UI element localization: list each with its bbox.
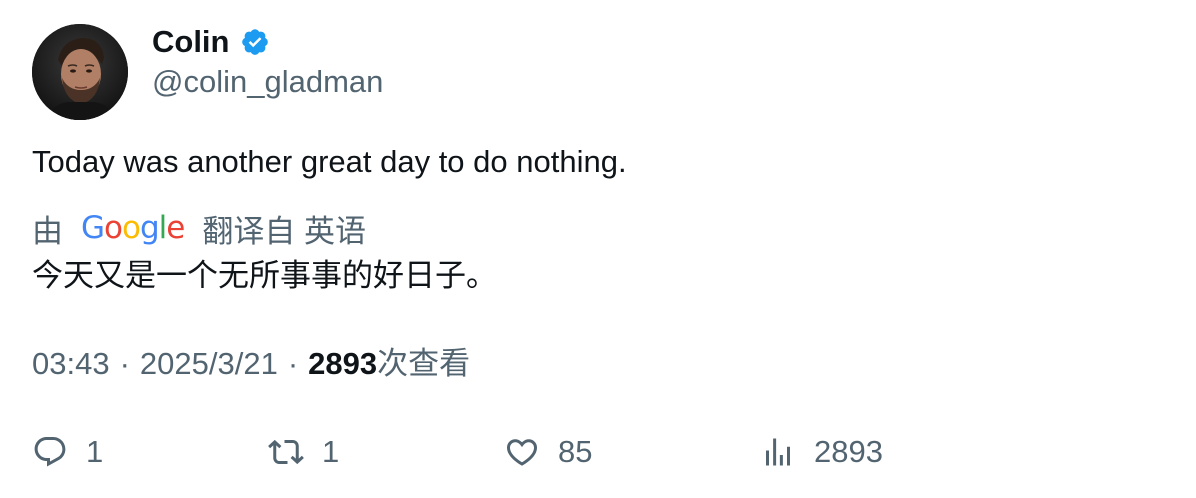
reply-icon (34, 437, 66, 467)
tweet-text: Today was another great day to do nothin… (32, 144, 627, 179)
like-count: 85 (558, 434, 593, 469)
avatar-image (32, 24, 128, 120)
retweet-icon (268, 439, 304, 465)
author-display-name[interactable]: Colin (152, 24, 230, 60)
views-button[interactable]: 2893 (760, 430, 883, 474)
retweet-count: 1 (322, 434, 340, 469)
translation-attribution: 由 Google 翻译自 英语 (32, 206, 366, 250)
verified-badge-icon[interactable] (240, 27, 270, 57)
tweet-meta: 03:43 · 2025/3/21 · 2893 次查看 (32, 344, 470, 384)
avatar[interactable] (32, 24, 128, 120)
like-icon (506, 439, 538, 466)
translation-suffix: 翻译自 英语 (202, 213, 366, 249)
meta-separator: · (287, 346, 299, 381)
tweet-date[interactable]: 2025/3/21 (140, 344, 278, 384)
views-label: 次查看 (377, 346, 471, 381)
like-button[interactable]: 85 (504, 430, 592, 474)
meta-separator: · (119, 346, 130, 381)
author-handle[interactable]: @colin_gladman (152, 62, 383, 102)
tweet-time[interactable]: 03:43 (32, 344, 110, 384)
author-name-row: Colin (152, 22, 270, 62)
reply-button[interactable]: 1 (32, 430, 103, 474)
reply-count: 1 (86, 434, 104, 469)
tweet-actions: 1 1 85 2893 (32, 430, 1164, 474)
views-action-count: 2893 (814, 434, 883, 469)
views-icon (766, 438, 790, 466)
retweet-button[interactable]: 1 (268, 430, 339, 474)
translation-prefix: 由 (32, 213, 63, 249)
views-count: 2893 (308, 346, 378, 381)
translated-text: 今天又是一个无所事事的好日子。 (32, 258, 497, 293)
google-logo: Google (81, 210, 185, 246)
